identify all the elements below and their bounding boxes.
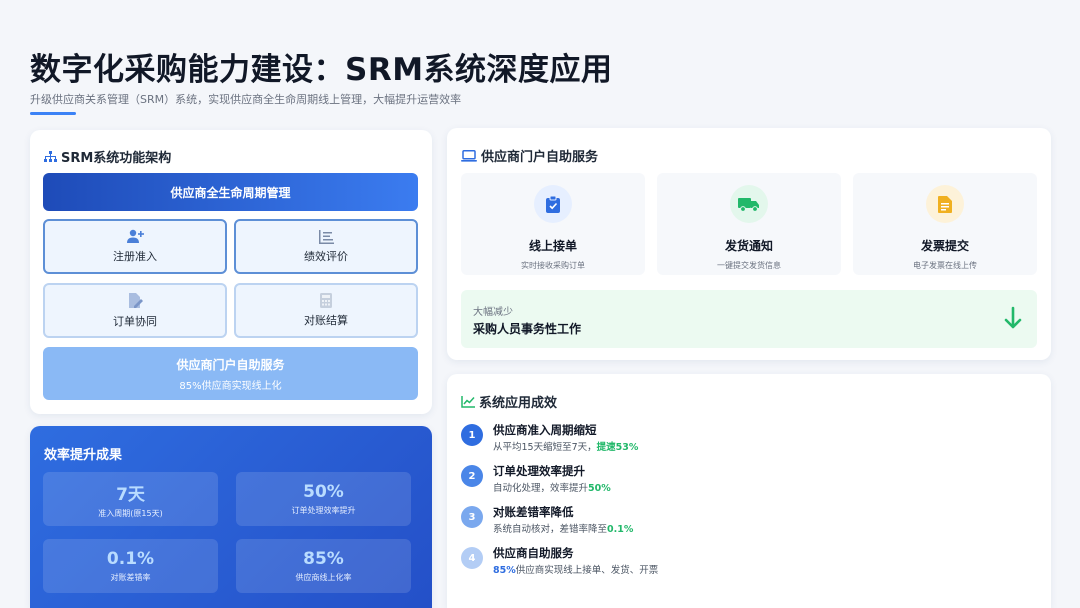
service-name: 发货通知 [724, 239, 773, 253]
stat-value: 85% [303, 549, 344, 569]
reduce-workload-banner: 大幅减少 采购人员事务性工作 [461, 290, 1037, 348]
result-number: 2 [461, 465, 483, 487]
result-number: 3 [461, 506, 483, 528]
module-order[interactable]: 订单协同 [43, 283, 227, 338]
stat-onboarding: 7天 准入周期(原15天) [43, 472, 218, 526]
result-desc-text: 系统自动核对，差错率降至 [493, 524, 608, 535]
chart-line-icon [461, 395, 475, 408]
title-underline [30, 112, 76, 115]
module-settlement[interactable]: 对账结算 [234, 283, 418, 338]
result-item: 2 订单处理效率提升 自动化处理，效率提升50% [461, 463, 981, 499]
result-item: 3 对账差错率降低 系统自动核对，差错率降至0.1% [461, 504, 981, 540]
stat-order-efficiency: 50% 订单处理效率提升 [236, 472, 411, 526]
service-desc: 一键提交发货信息 [717, 261, 781, 270]
result-item: 1 供应商准入周期缩短 从平均15天缩短至7天，提速53% [461, 422, 981, 458]
result-number: 1 [461, 424, 483, 446]
portal-bar-title: 供应商门户自助服务 [176, 357, 285, 372]
page-subtitle: 升级供应商关系管理（SRM）系统，实现供应商全生命周期线上管理，大幅提升运营效率 [30, 93, 462, 106]
stat-label: 订单处理效率提升 [291, 506, 356, 515]
stat-error-rate: 0.1% 对账差错率 [43, 539, 218, 593]
result-desc-text: 从平均15天缩短至7天， [493, 442, 597, 453]
architecture-card: SRM系统功能架构 供应商全生命周期管理 注册准入 绩效评价 订单协同 对账结算… [30, 130, 432, 414]
file-edit-icon [128, 292, 143, 309]
result-desc-highlight: 0.1% [607, 524, 634, 535]
arrow-down-icon [1003, 306, 1023, 334]
stat-value: 7天 [116, 484, 145, 505]
module-label: 绩效评价 [304, 249, 348, 263]
service-name: 发票提交 [920, 239, 969, 253]
page-title: 数字化采购能力建设：SRM系统深度应用 [30, 52, 613, 88]
module-registration[interactable]: 注册准入 [43, 219, 227, 274]
stat-value: 0.1% [106, 549, 155, 569]
result-desc-highlight: 50% [588, 483, 611, 494]
portal-title-text: 供应商门户自助服务 [481, 150, 599, 165]
result-item: 4 供应商自助服务 85%供应商实现线上接单、发货、开票 [461, 545, 981, 581]
stat-online-rate: 85% 供应商线上化率 [236, 539, 411, 593]
module-label: 对账结算 [304, 314, 348, 327]
stat-label: 准入周期(原15天) [98, 508, 163, 518]
portal-bar: 供应商门户自助服务 85%供应商实现线上化 [43, 347, 418, 400]
reduce-small-text: 大幅减少 [473, 307, 513, 318]
result-desc-highlight: 85% [493, 565, 516, 576]
result-desc: 85%供应商实现线上接单、发货、开票 [493, 562, 658, 576]
results-card: 系统应用成效 1 供应商准入周期缩短 从平均15天缩短至7天，提速53% 2 订… [447, 374, 1051, 608]
service-online-order[interactable]: 线上接单 实时接收采购订单 [461, 173, 645, 275]
result-desc-text: 供应商实现线上接单、发货、开票 [515, 565, 659, 576]
result-heading: 对账差错率降低 [493, 505, 574, 519]
result-heading: 订单处理效率提升 [493, 464, 585, 478]
module-label: 订单协同 [113, 314, 157, 328]
service-name: 线上接单 [528, 239, 577, 253]
stat-label: 对账差错率 [110, 573, 151, 582]
results-title-text: 系统应用成效 [479, 396, 558, 411]
module-label: 注册准入 [113, 250, 157, 263]
service-invoice[interactable]: 发票提交 电子发票在线上传 [853, 173, 1037, 275]
clipboard-check-icon [534, 185, 572, 223]
sitemap-icon [44, 150, 57, 163]
stat-value: 50% [303, 482, 344, 502]
architecture-card-title: SRM系统功能架构 [44, 147, 171, 166]
calculator-icon [320, 293, 332, 308]
result-heading: 供应商准入周期缩短 [493, 423, 597, 437]
laptop-icon [461, 149, 477, 162]
service-desc: 实时接收采购订单 [521, 261, 585, 270]
service-desc: 电子发票在线上传 [913, 261, 977, 270]
result-desc: 自动化处理，效率提升50% [493, 480, 611, 494]
list-icon [318, 229, 334, 244]
portal-card: 供应商门户自助服务 线上接单 实时接收采购订单 发货通知 一键提交发货信息 发票… [447, 128, 1051, 360]
invoice-icon [926, 185, 964, 223]
stat-label: 供应商线上化率 [295, 573, 352, 582]
result-desc: 系统自动核对，差错率降至0.1% [493, 521, 633, 535]
result-number: 4 [461, 547, 483, 569]
lifecycle-bar: 供应商全生命周期管理 [43, 173, 418, 211]
efficiency-title: 效率提升成果 [44, 448, 123, 463]
module-performance[interactable]: 绩效评价 [234, 219, 418, 274]
result-heading: 供应商自助服务 [493, 546, 574, 560]
result-desc: 从平均15天缩短至7天，提速53% [493, 439, 638, 453]
results-card-title: 系统应用成效 [461, 392, 557, 411]
reduce-big-text: 采购人员事务性工作 [473, 322, 582, 336]
portal-bar-sub: 85%供应商实现线上化 [179, 380, 282, 392]
efficiency-card: 效率提升成果 7天 准入周期(原15天) 50% 订单处理效率提升 0.1% 对… [30, 426, 432, 608]
result-desc-text: 自动化处理，效率提升 [493, 483, 589, 494]
user-plus-icon [126, 229, 144, 244]
architecture-title-text: SRM系统功能架构 [61, 151, 172, 166]
result-desc-highlight: 提速53% [596, 442, 639, 453]
portal-card-title: 供应商门户自助服务 [461, 146, 598, 165]
service-shipping[interactable]: 发货通知 一键提交发货信息 [657, 173, 841, 275]
truck-icon [730, 185, 768, 223]
